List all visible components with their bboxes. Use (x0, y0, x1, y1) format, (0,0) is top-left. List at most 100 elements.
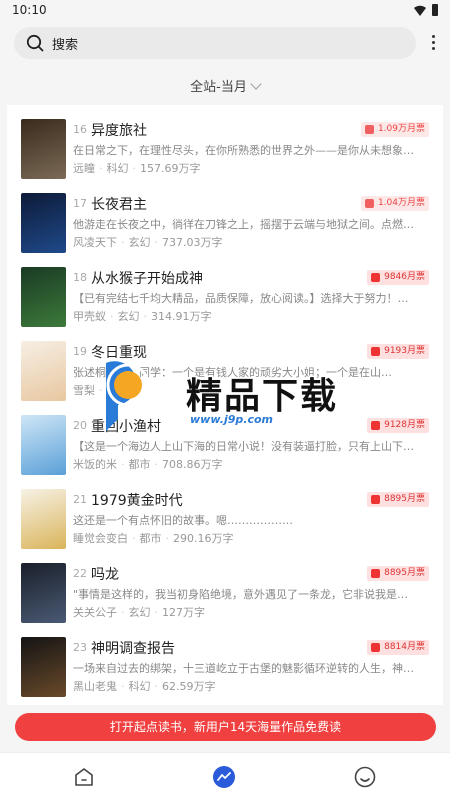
ticket-icon (364, 125, 374, 134)
meta-separator: · (154, 680, 159, 693)
book-cover[interactable] (21, 563, 66, 623)
book-description: 张述桐同学，同学：一个是有钱人家的顽劣大小姐；一个是在山… (73, 366, 392, 379)
list-item[interactable]: 16 异度旅社 1.09万月票 在日常之下，在理性尽头，在你所熟悉的世界之外——是你从… (21, 119, 437, 193)
book-cover[interactable] (21, 193, 66, 253)
book-genre: 科幻 (106, 162, 129, 175)
book-title[interactable]: 异度旅社 (91, 120, 147, 140)
book-title[interactable]: 重回小渔村 (91, 416, 161, 436)
word-count: 62.59万字 (162, 680, 216, 693)
ticket-icon (371, 569, 381, 578)
more-menu-icon[interactable] (432, 35, 436, 51)
book-cover[interactable] (21, 341, 66, 401)
book-meta: 米饭的米 · 都市 · 708.86万字 (73, 456, 223, 472)
book-genre: 科幻 (128, 680, 151, 693)
search-icon (26, 34, 44, 52)
book-title[interactable]: 吗龙 (91, 564, 119, 584)
monthly-ticket-badge: 8895月票 (367, 492, 429, 507)
ticket-icon (371, 421, 381, 430)
ranking-icon[interactable] (212, 765, 236, 789)
meta-separator: · (132, 162, 137, 175)
rank-number: 20 (73, 419, 87, 432)
monthly-ticket-badge: 1.09万月票 (360, 122, 429, 137)
book-author: 米饭的米 (73, 458, 117, 471)
monthly-ticket-badge: 8814月票 (367, 640, 429, 655)
meta-separator: · (154, 236, 159, 249)
badge-label: 9193月票 (384, 346, 425, 356)
badge-label: 1.09万月票 (377, 124, 425, 134)
home-icon[interactable] (72, 765, 96, 789)
list-item[interactable]: 21 1979黄金时代 8895月票这还是一个有点怀旧的故事。嗯……………… 睡觉会变… (21, 489, 437, 563)
badge-label: 9846月票 (384, 272, 425, 282)
word-count: 314.91万字 (151, 310, 212, 323)
ticket-icon (364, 199, 374, 208)
open-app-promo-button[interactable]: 打开起点读书，新用户14天海量作品免费读 (15, 713, 436, 741)
meta-separator: · (99, 162, 103, 175)
rank-number: 17 (73, 197, 87, 210)
book-title[interactable]: 神明调查报告 (91, 638, 175, 658)
word-count: 157.69万字 (140, 162, 201, 175)
meta-separator: · (110, 310, 114, 323)
word-count: 290.16万字 (173, 532, 234, 545)
meta-separator: · (154, 458, 159, 471)
book-title[interactable]: 冬日重现 (91, 342, 147, 362)
book-description: 【已有完结七千均大精品，品质保障，放心阅读。】选择大于努力！… (73, 292, 409, 305)
book-author: 远瞳 (73, 162, 95, 175)
word-count: 127万字 (162, 606, 205, 619)
list-item[interactable]: 22 吗龙 8895月票 "事情是这样的，我当初身陷绝境，意外遇见了一条龙，它非说我是… (21, 563, 437, 637)
ticket-icon (371, 495, 381, 504)
book-author: 雪梨 (73, 384, 95, 397)
chevron-down-icon (250, 78, 262, 90)
book-author: 风凌天下 (73, 236, 117, 249)
book-title[interactable]: 长夜君主 (91, 194, 147, 214)
badge-label: 8895月票 (384, 494, 425, 504)
book-description: 这还是一个有点怀旧的故事。嗯……………… (73, 514, 293, 527)
book-author: 睡觉会变白 (73, 532, 128, 545)
book-meta: 关关公子 · 玄幻 · 127万字 (73, 604, 205, 620)
monthly-ticket-badge: 8895月票 (367, 566, 429, 581)
monthly-ticket-badge: 9128月票 (367, 418, 429, 433)
book-description: 【这是一个海边人上山下海的日常小说！没有装逼打脸，只有上山下… (73, 440, 414, 453)
search-bar[interactable]: 搜索 (14, 27, 416, 59)
rank-number: 19 (73, 345, 87, 358)
list-item[interactable]: 17 长夜君主 1.04万月票 他游走在长夜之中，徜徉在刀锋之上，摇摆于云端与地狱之间… (21, 193, 437, 267)
ranking-list: 16 异度旅社 1.09万月票 在日常之下，在理性尽头，在你所熟悉的世界之外——是你从… (7, 105, 443, 705)
book-cover[interactable] (21, 637, 66, 697)
book-cover[interactable] (21, 119, 66, 179)
meta-separator: · (143, 310, 148, 323)
book-cover[interactable] (21, 415, 66, 475)
book-title[interactable]: 从水猴子开始成神 (91, 268, 203, 288)
badge-label: 8895月票 (384, 568, 425, 578)
word-count: 708.86万字 (162, 458, 223, 471)
search-input[interactable]: 搜索 (52, 34, 78, 53)
bottom-tab-bar (0, 752, 450, 800)
rank-number: 18 (73, 271, 87, 284)
profile-icon[interactable] (353, 765, 377, 789)
book-title[interactable]: 1979黄金时代 (91, 490, 183, 510)
rank-number: 21 (73, 493, 87, 506)
ticket-icon (371, 273, 381, 282)
meta-separator: · (121, 236, 125, 249)
book-meta: 黑山老鬼 · 科幻 · 62.59万字 (73, 678, 216, 694)
meta-separator: · (154, 606, 159, 619)
list-item[interactable]: 20 重回小渔村 9128月票【这是一个海边人上山下海的日常小说！没有装逼打脸，只有… (21, 415, 437, 489)
battery-icon (432, 4, 438, 16)
book-meta: 睡觉会变白 · 都市 · 290.16万字 (73, 530, 234, 546)
wifi-icon (414, 5, 426, 16)
ticket-icon (371, 643, 381, 652)
list-item[interactable]: 18 从水猴子开始成神 9846月票【已有完结七千均大精品，品质保障，放心阅读。】选… (21, 267, 437, 341)
book-meta: 风凌天下 · 玄幻 · 737.03万字 (73, 234, 223, 250)
book-cover[interactable] (21, 267, 66, 327)
book-meta: 远瞳 · 科幻 · 157.69万字 (73, 160, 201, 176)
book-meta: 甲壳蚁 · 玄幻 · 314.91万字 (73, 308, 212, 324)
monthly-ticket-badge: 1.04万月票 (360, 196, 429, 211)
book-genre: 都市 (139, 532, 162, 545)
badge-label: 9128月票 (384, 420, 425, 430)
meta-separator: · (132, 532, 136, 545)
filter-dropdown[interactable]: 全站-当月 (0, 76, 450, 95)
list-item[interactable]: 19 冬日重现 9193月票张述桐同学，同学：一个是有钱人家的顽劣大小姐；一个是在山… (21, 341, 437, 415)
meta-separator: · (121, 606, 125, 619)
list-item[interactable]: 23 神明调查报告 8814月票 一场来自过去的绑架，十三道屹立于古堡的魅影循环逆转的… (21, 637, 437, 711)
book-author: 黑山老鬼 (73, 680, 117, 693)
badge-label: 1.04万月票 (377, 198, 425, 208)
book-cover[interactable] (21, 489, 66, 549)
